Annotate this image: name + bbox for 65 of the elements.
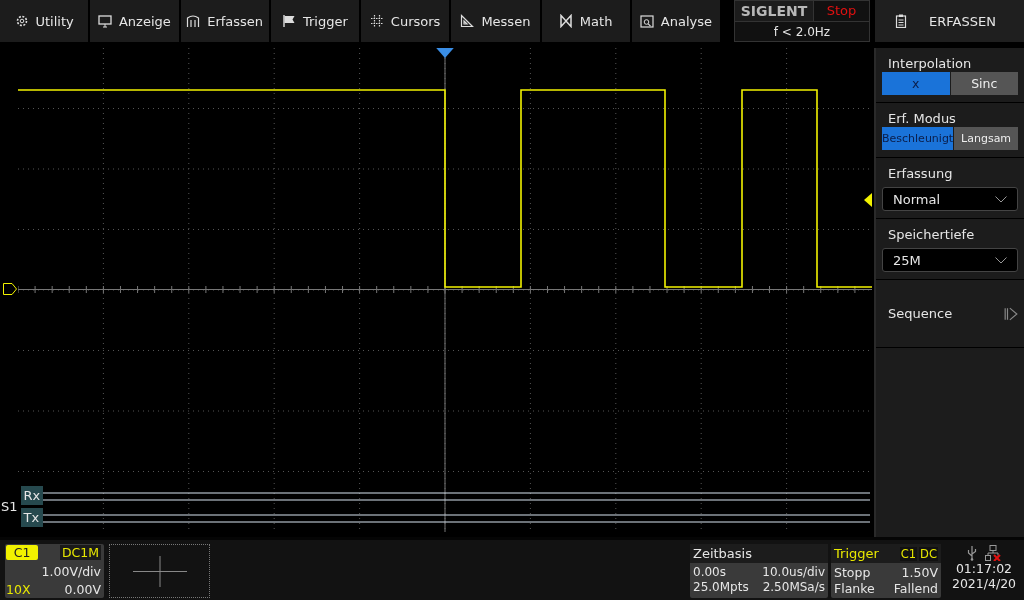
timebase-title: Zeitbasis — [690, 544, 828, 563]
run-state[interactable]: Stop — [814, 1, 869, 21]
channel-offset: 0.00V — [64, 582, 101, 597]
timebase-delay: 0.00s — [693, 565, 726, 579]
clipboard-icon — [895, 14, 907, 28]
magnifier-icon — [639, 14, 654, 28]
panel-title: ERFASSEN — [929, 13, 996, 29]
menu-button[interactable]: Trigger — [270, 0, 359, 42]
channel-badge: C1 — [6, 545, 38, 560]
timebase-card[interactable]: Zeitbasis 0.00s 10.0us/div 25.0Mpts 2.50MSa/s — [690, 544, 828, 598]
trigger-source: C1 — [899, 546, 918, 561]
trigger-position-marker[interactable] — [436, 48, 454, 58]
clock-date: 2021/4/20 — [951, 576, 1017, 591]
memory-depth: 25.0Mpts — [693, 580, 749, 594]
channel-offset-marker[interactable] — [3, 283, 17, 295]
network-error-icon — [985, 544, 1001, 561]
menu-button[interactable]: Messen — [451, 0, 540, 42]
triangle-ruler-icon — [460, 14, 475, 28]
option-button[interactable]: Langsam — [954, 127, 1018, 150]
trigger-level-marker[interactable] — [864, 193, 872, 207]
trigger-card[interactable]: Trigger C1 DC Stopp 1.50V Flanke Fallend — [831, 544, 941, 598]
bus-label: S1 — [1, 499, 18, 514]
menu-button[interactable]: Math — [541, 0, 630, 42]
monitor-icon — [97, 14, 112, 28]
brand-logo: SIGLENT — [735, 1, 814, 21]
option-button[interactable]: Sinc — [950, 72, 1018, 95]
clock-time: 01:17:02 — [955, 561, 1013, 576]
bus-line-label: Rx — [20, 486, 44, 505]
setting-label: Erf. Modus — [887, 111, 957, 126]
gear-icon — [14, 14, 29, 28]
trigger-title: Trigger — [834, 546, 879, 561]
menu-button[interactable]: Utility — [0, 0, 89, 42]
grid-icon — [369, 14, 384, 28]
add-channel-box[interactable] — [109, 544, 210, 598]
menu-button[interactable]: Anzeige — [90, 0, 179, 42]
plus-icon — [132, 555, 187, 587]
setting-label: Erfassung — [887, 166, 954, 181]
bowtie-icon — [558, 14, 573, 28]
channel-coupling: DC1M — [59, 545, 101, 560]
setting-label: Sequence — [888, 306, 953, 321]
skip-icon[interactable] — [1004, 306, 1018, 321]
flag-icon — [281, 14, 296, 28]
trigger-frequency: f < 2.0Hz — [772, 24, 832, 41]
chevron-icon — [995, 256, 1007, 264]
usb-icon — [967, 544, 977, 561]
setting-label: Interpolation — [887, 56, 973, 71]
setting-label: Speichertiefe — [887, 227, 976, 242]
menu-button[interactable]: Cursors — [361, 0, 450, 42]
channel-scale: 1.00V/div — [41, 563, 101, 579]
menu-button[interactable]: Analyse — [631, 0, 720, 42]
trigger-mode: Stopp — [834, 565, 871, 580]
trigger-level: 1.50V — [901, 565, 938, 580]
channel-card[interactable]: C1 DC1M 1.00V/div 10X 0.00V — [5, 544, 104, 598]
arch-icon — [186, 14, 201, 28]
trigger-type: Flanke — [834, 581, 875, 596]
menu-button[interactable]: Erfassen — [180, 0, 269, 42]
dropdown[interactable]: Normal — [882, 187, 1018, 211]
trigger-slope: Fallend — [893, 581, 938, 596]
trigger-coupling: DC — [919, 546, 938, 561]
dropdown[interactable]: 25M — [882, 248, 1018, 272]
chevron-icon — [995, 195, 1007, 203]
sample-rate: 2.50MSa/s — [762, 580, 825, 594]
timebase-scale: 10.0us/div — [762, 565, 825, 579]
bus-line-label: Tx — [20, 508, 44, 527]
probe-ratio: 10X — [6, 582, 31, 597]
